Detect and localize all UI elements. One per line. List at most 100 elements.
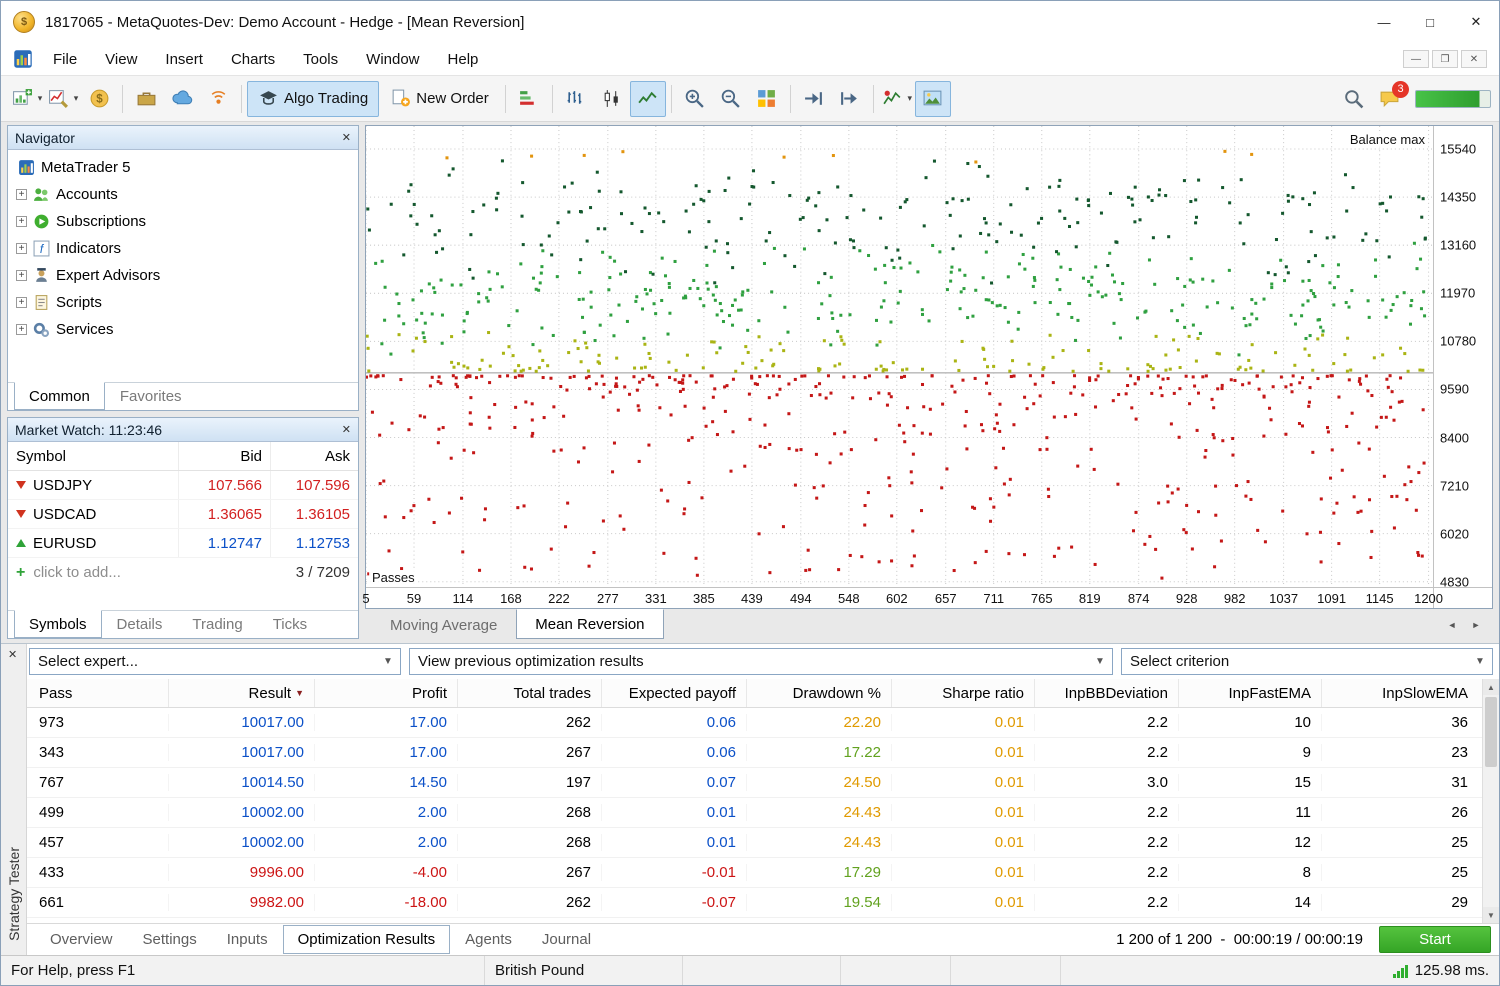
auto-scroll-button[interactable]: [796, 81, 832, 117]
column-header-pass[interactable]: Pass: [27, 679, 169, 707]
sidebar-item-metatrader-5[interactable]: MetaTrader 5: [8, 154, 358, 181]
connection-quality-indicator[interactable]: [1415, 90, 1491, 108]
chart-shift-button[interactable]: [832, 81, 868, 117]
add-symbol-row[interactable]: + click to add... 3 / 7209: [8, 558, 358, 587]
zoom-in-button[interactable]: [677, 81, 713, 117]
chart-tab-mean-reversion[interactable]: Mean Reversion: [516, 609, 663, 639]
market-watch-row-usdcad[interactable]: USDCAD1.360651.36105: [8, 500, 358, 529]
menu-tools[interactable]: Tools: [289, 46, 352, 73]
line-chart-button[interactable]: [630, 81, 666, 117]
mdi-restore-button[interactable]: ❐: [1432, 50, 1458, 68]
column-header-inpslowema[interactable]: InpSlowEMA: [1322, 679, 1499, 707]
search-button[interactable]: [1335, 81, 1371, 117]
sidebar-item-accounts[interactable]: +Accounts: [8, 181, 358, 208]
mdi-minimize-button[interactable]: —: [1403, 50, 1429, 68]
market-watch-tab-ticks[interactable]: Ticks: [258, 611, 322, 638]
navigator-tab-favorites[interactable]: Favorites: [105, 383, 197, 410]
navigator-tab-common[interactable]: Common: [14, 382, 105, 410]
candlestick-chart-button[interactable]: [594, 81, 630, 117]
minimize-button[interactable]: —: [1361, 1, 1407, 43]
signals-button[interactable]: [200, 81, 236, 117]
result-row[interactable]: 97310017.0017.002620.0622.200.012.21036: [27, 708, 1499, 738]
navigator-close-icon[interactable]: ✕: [342, 131, 351, 144]
market-button[interactable]: $: [81, 81, 117, 117]
result-row[interactable]: 49910002.002.002680.0124.430.012.21126: [27, 798, 1499, 828]
market-watch-close-icon[interactable]: ✕: [342, 423, 351, 436]
maximize-button[interactable]: □: [1407, 1, 1453, 43]
optimization-view-select[interactable]: View previous optimization results▼: [409, 648, 1113, 675]
expand-icon[interactable]: +: [16, 324, 27, 335]
close-button[interactable]: ✕: [1453, 1, 1499, 43]
criterion-select[interactable]: Select criterion▼: [1121, 648, 1493, 675]
strategy-tester-close-icon[interactable]: ✕: [8, 648, 17, 661]
tester-tab-inputs[interactable]: Inputs: [212, 925, 283, 954]
expert-select[interactable]: Select expert...▼: [29, 648, 401, 675]
notifications-button[interactable]: 3: [1371, 81, 1407, 117]
new-chart-button[interactable]: ▾: [9, 81, 45, 117]
tab-scroll-right-button[interactable]: ►: [1465, 615, 1487, 635]
menu-insert[interactable]: Insert: [151, 46, 217, 73]
result-row[interactable]: 34310017.0017.002670.0617.220.012.2923: [27, 738, 1499, 768]
sidebar-item-expert-advisors[interactable]: +Expert Advisors: [8, 262, 358, 289]
scroll-up-icon[interactable]: ▲: [1483, 679, 1499, 695]
algo-trading-button[interactable]: Algo Trading: [247, 81, 379, 117]
indicators-button[interactable]: ▾: [879, 81, 915, 117]
sidebar-item-indicators[interactable]: +fIndicators: [8, 235, 358, 262]
scroll-down-icon[interactable]: ▼: [1483, 907, 1499, 923]
sidebar-item-subscriptions[interactable]: +Subscriptions: [8, 208, 358, 235]
column-header-sharpe-ratio[interactable]: Sharpe ratio: [892, 679, 1035, 707]
column-header-profit[interactable]: Profit: [315, 679, 458, 707]
result-row[interactable]: 4339996.00-4.00267-0.0117.290.012.2825: [27, 858, 1499, 888]
expand-icon[interactable]: +: [16, 243, 27, 254]
tester-tab-journal[interactable]: Journal: [527, 925, 606, 954]
toolbox-button[interactable]: [128, 81, 164, 117]
result-row[interactable]: 6619982.00-18.00262-0.0719.540.012.21429: [27, 888, 1499, 918]
chart-profiles-button[interactable]: ▾: [45, 81, 81, 117]
column-header-inpfastema[interactable]: InpFastEMA: [1179, 679, 1322, 707]
tester-tab-agents[interactable]: Agents: [450, 925, 527, 954]
market-watch-tab-symbols[interactable]: Symbols: [14, 610, 102, 638]
depth-of-market-button[interactable]: [511, 81, 547, 117]
market-watch-tab-details[interactable]: Details: [102, 611, 178, 638]
menu-view[interactable]: View: [91, 46, 151, 73]
column-header-result[interactable]: Result▼: [169, 679, 315, 707]
expand-icon[interactable]: +: [16, 297, 27, 308]
column-header-bid[interactable]: Bid: [178, 442, 270, 470]
start-button[interactable]: Start: [1379, 926, 1491, 953]
tab-scroll-left-button[interactable]: ◄: [1441, 615, 1463, 635]
column-header-symbol[interactable]: Symbol: [8, 448, 178, 465]
menu-file[interactable]: File: [39, 46, 91, 73]
chart-tab-moving-average[interactable]: Moving Average: [371, 611, 516, 639]
market-watch-row-usdjpy[interactable]: USDJPY107.566107.596: [8, 471, 358, 500]
menu-window[interactable]: Window: [352, 46, 433, 73]
tile-windows-button[interactable]: [749, 81, 785, 117]
tester-tab-overview[interactable]: Overview: [35, 925, 128, 954]
mdi-close-button[interactable]: ✕: [1461, 50, 1487, 68]
zoom-out-button[interactable]: [713, 81, 749, 117]
expand-icon[interactable]: +: [16, 270, 27, 281]
market-watch-tab-trading[interactable]: Trading: [177, 611, 257, 638]
menu-help[interactable]: Help: [434, 46, 493, 73]
scrollbar-thumb[interactable]: [1485, 697, 1497, 767]
optimization-scatter-plot[interactable]: Balance max Passes: [366, 126, 1433, 587]
column-header-drawdown[interactable]: Drawdown %: [747, 679, 892, 707]
menu-charts[interactable]: Charts: [217, 46, 289, 73]
column-header-expected-payoff[interactable]: Expected payoff: [602, 679, 747, 707]
sidebar-item-scripts[interactable]: +Scripts: [8, 289, 358, 316]
result-row[interactable]: 76710014.5014.501970.0724.500.013.01531: [27, 768, 1499, 798]
result-row[interactable]: 45710002.002.002680.0124.430.012.21225: [27, 828, 1499, 858]
bar-chart-button[interactable]: [558, 81, 594, 117]
fullscreen-button[interactable]: [915, 81, 951, 117]
new-order-button[interactable]: New Order: [379, 81, 500, 117]
market-watch-row-eurusd[interactable]: EURUSD1.127471.12753: [8, 529, 358, 558]
tester-tab-settings[interactable]: Settings: [128, 925, 212, 954]
expand-icon[interactable]: +: [16, 189, 27, 200]
community-button[interactable]: [164, 81, 200, 117]
tester-tab-optimization-results[interactable]: Optimization Results: [283, 925, 451, 954]
expand-icon[interactable]: +: [16, 216, 27, 227]
column-header-total-trades[interactable]: Total trades: [458, 679, 602, 707]
column-header-ask[interactable]: Ask: [270, 442, 358, 470]
table-scrollbar[interactable]: ▲ ▼: [1482, 679, 1499, 923]
column-header-inpbbdeviation[interactable]: InpBBDeviation: [1035, 679, 1179, 707]
sidebar-item-services[interactable]: +Services: [8, 316, 358, 343]
